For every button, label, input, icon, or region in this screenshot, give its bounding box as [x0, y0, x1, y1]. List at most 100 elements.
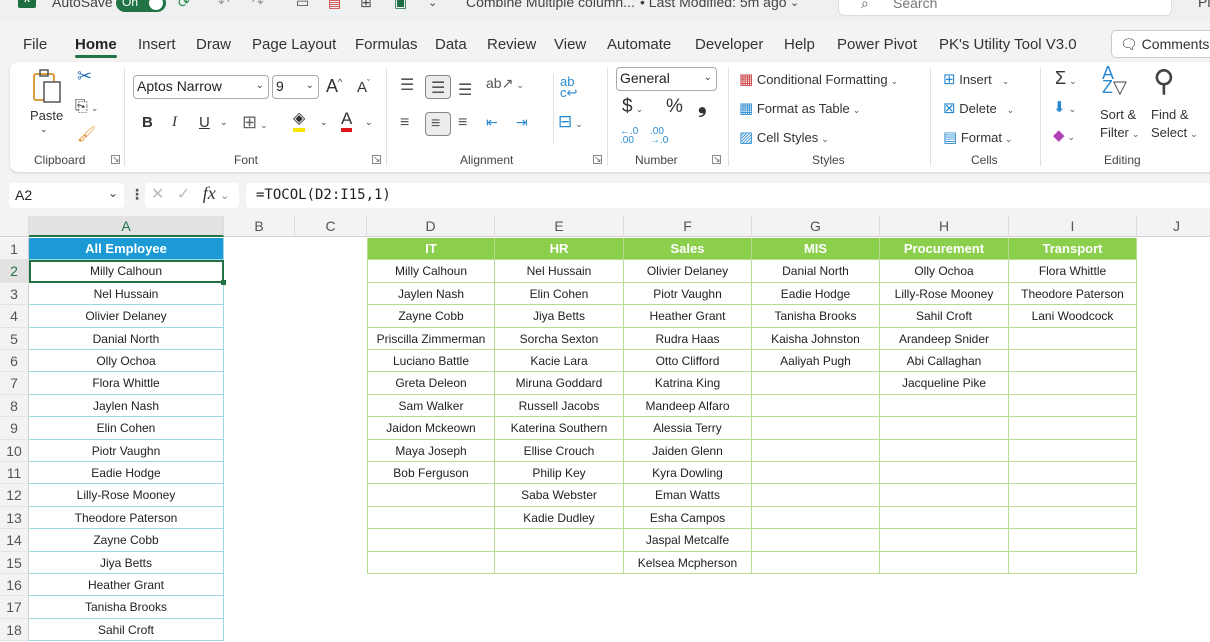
- decrease-font-size-button[interactable]: Aˇ: [357, 78, 370, 96]
- align-center-button[interactable]: ≡: [425, 112, 451, 136]
- dept-cell[interactable]: Kadie Dudley: [495, 506, 624, 530]
- dept-cell[interactable]: Arandeep Snider: [880, 327, 1009, 350]
- redo-icon[interactable]: ↷: [252, 0, 264, 11]
- align-right-icon[interactable]: ≡: [458, 114, 467, 132]
- alignment-launcher-icon[interactable]: ↘: [593, 155, 602, 164]
- dept-cell[interactable]: Luciano Battle: [367, 350, 495, 373]
- row-header-15[interactable]: 15: [0, 551, 29, 574]
- dept-cell[interactable]: Elin Cohen: [495, 282, 624, 306]
- all-employee-cell[interactable]: Elin Cohen: [29, 417, 224, 440]
- dept-cell[interactable]: Katerina Southern: [495, 417, 624, 440]
- document-title[interactable]: Combine Multiple column...: [466, 0, 635, 10]
- all-employee-cell[interactable]: Piotr Vaughn: [29, 439, 224, 462]
- dept-cell[interactable]: [880, 551, 1009, 574]
- tab-help[interactable]: Help: [784, 36, 815, 53]
- tab-automate[interactable]: Automate: [607, 36, 671, 53]
- dept-cell[interactable]: [752, 394, 880, 418]
- italic-button[interactable]: I: [172, 114, 177, 131]
- dept-cell[interactable]: Alessia Terry: [624, 417, 752, 440]
- format-cells-button[interactable]: ▤ Format ⌄: [943, 128, 1013, 146]
- dept-cell[interactable]: Bob Ferguson: [367, 462, 495, 485]
- dept-cell[interactable]: Theodore Paterson: [1009, 282, 1137, 306]
- row-header-6[interactable]: 6: [0, 350, 29, 373]
- dept-cell[interactable]: [1009, 327, 1137, 350]
- align-top-icon[interactable]: ☰: [400, 75, 414, 95]
- wrap-text-icon[interactable]: ab c↩: [560, 75, 577, 99]
- all-employee-header[interactable]: All Employee: [29, 238, 224, 261]
- dept-cell[interactable]: [752, 529, 880, 552]
- excel-sheet-icon[interactable]: ▣: [394, 0, 407, 11]
- decrease-decimal-icon[interactable]: .00 →.0: [650, 127, 668, 146]
- dept-cell[interactable]: Zayne Cobb: [367, 305, 495, 328]
- dept-cell[interactable]: Otto Clifford: [624, 350, 752, 373]
- dept-cell[interactable]: [1009, 394, 1137, 418]
- customize-qat-chevron-icon[interactable]: ⌄: [428, 0, 437, 9]
- bold-button[interactable]: B: [142, 114, 153, 131]
- format-as-table-button[interactable]: ▦ Format as Table ⌄: [739, 99, 860, 117]
- dept-cell[interactable]: [1009, 462, 1137, 485]
- all-employee-cell[interactable]: Eadie Hodge: [29, 462, 224, 485]
- autosave-toggle[interactable]: On: [116, 0, 166, 12]
- font-color-chevron-icon[interactable]: ⌄: [365, 117, 373, 128]
- font-launcher-icon[interactable]: ↘: [372, 155, 381, 164]
- dept-header-mis[interactable]: MIS: [752, 238, 880, 261]
- dept-cell[interactable]: Mandeep Alfaro: [624, 394, 752, 418]
- fill-handle[interactable]: [221, 279, 226, 285]
- tab-data[interactable]: Data: [435, 36, 467, 53]
- column-header-e[interactable]: E: [495, 216, 624, 237]
- merge-center-icon[interactable]: ⊟ ⌄: [558, 112, 583, 132]
- dept-cell[interactable]: [1009, 372, 1137, 395]
- undo-icon[interactable]: ↶: [218, 0, 230, 11]
- dept-cell[interactable]: Flora Whittle: [1009, 260, 1137, 283]
- dept-cell[interactable]: [1009, 350, 1137, 373]
- column-header-i[interactable]: I: [1009, 216, 1137, 237]
- all-employee-cell[interactable]: Olly Ochoa: [29, 350, 224, 373]
- tab-page-layout[interactable]: Page Layout: [252, 36, 336, 53]
- dept-cell[interactable]: [880, 484, 1009, 507]
- cancel-icon[interactable]: ✕: [151, 186, 164, 203]
- dept-cell[interactable]: Russell Jacobs: [495, 394, 624, 418]
- dept-cell[interactable]: [880, 506, 1009, 530]
- dept-cell[interactable]: Olly Ochoa: [880, 260, 1009, 283]
- dept-cell[interactable]: Priscilla Zimmerman: [367, 327, 495, 350]
- dept-cell[interactable]: Kaisha Johnston: [752, 327, 880, 350]
- all-employee-cell[interactable]: Jaylen Nash: [29, 394, 224, 418]
- align-middle-button[interactable]: ☰: [425, 75, 451, 99]
- borders-icon[interactable]: ⊞ ⌄: [242, 112, 268, 133]
- paste-chevron-icon[interactable]: ⌄: [40, 124, 48, 135]
- tab-review[interactable]: Review: [487, 36, 536, 53]
- dept-cell[interactable]: [880, 529, 1009, 552]
- dept-header-sales[interactable]: Sales: [624, 238, 752, 261]
- tab-formulas[interactable]: Formulas: [355, 36, 418, 53]
- paste-button[interactable]: [30, 68, 64, 104]
- name-box[interactable]: A2 ⌄: [9, 183, 124, 208]
- dept-cell[interactable]: [752, 506, 880, 530]
- comments-button[interactable]: 🗨 Comments: [1111, 30, 1210, 58]
- row-header-2[interactable]: 2: [0, 260, 29, 283]
- dept-cell[interactable]: Rudra Haas: [624, 327, 752, 350]
- dept-cell[interactable]: Danial North: [752, 260, 880, 283]
- dept-cell[interactable]: [752, 372, 880, 395]
- last-modified[interactable]: • Last Modified: 5m ago: [640, 0, 787, 10]
- dept-cell[interactable]: Sam Walker: [367, 394, 495, 418]
- dept-cell[interactable]: Kacie Lara: [495, 350, 624, 373]
- find-select-button[interactable]: Find & Select ⌄: [1151, 106, 1198, 143]
- sort-filter-icon[interactable]: A Z▽: [1102, 64, 1127, 96]
- dept-cell[interactable]: [880, 439, 1009, 462]
- dept-cell[interactable]: Katrina King: [624, 372, 752, 395]
- column-header-c[interactable]: C: [295, 216, 367, 237]
- currency-button[interactable]: $ ⌄: [622, 96, 643, 118]
- dept-cell[interactable]: Jaiden Glenn: [624, 439, 752, 462]
- column-header-g[interactable]: G: [752, 216, 880, 237]
- all-employee-cell[interactable]: Nel Hussain: [29, 282, 224, 306]
- column-header-a[interactable]: A: [29, 216, 224, 237]
- increase-decimal-icon[interactable]: ←.0.00: [620, 127, 638, 146]
- enter-icon[interactable]: ✓: [177, 186, 190, 203]
- all-employee-cell[interactable]: Jiya Betts: [29, 551, 224, 574]
- dept-cell[interactable]: Kyra Dowling: [624, 462, 752, 485]
- all-employee-cell[interactable]: Danial North: [29, 327, 224, 350]
- all-employee-cell[interactable]: Lilly-Rose Mooney: [29, 484, 224, 507]
- search-box[interactable]: ⌕ Search: [838, 0, 1172, 16]
- dept-cell[interactable]: Ellise Crouch: [495, 439, 624, 462]
- dept-header-transport[interactable]: Transport: [1009, 238, 1137, 261]
